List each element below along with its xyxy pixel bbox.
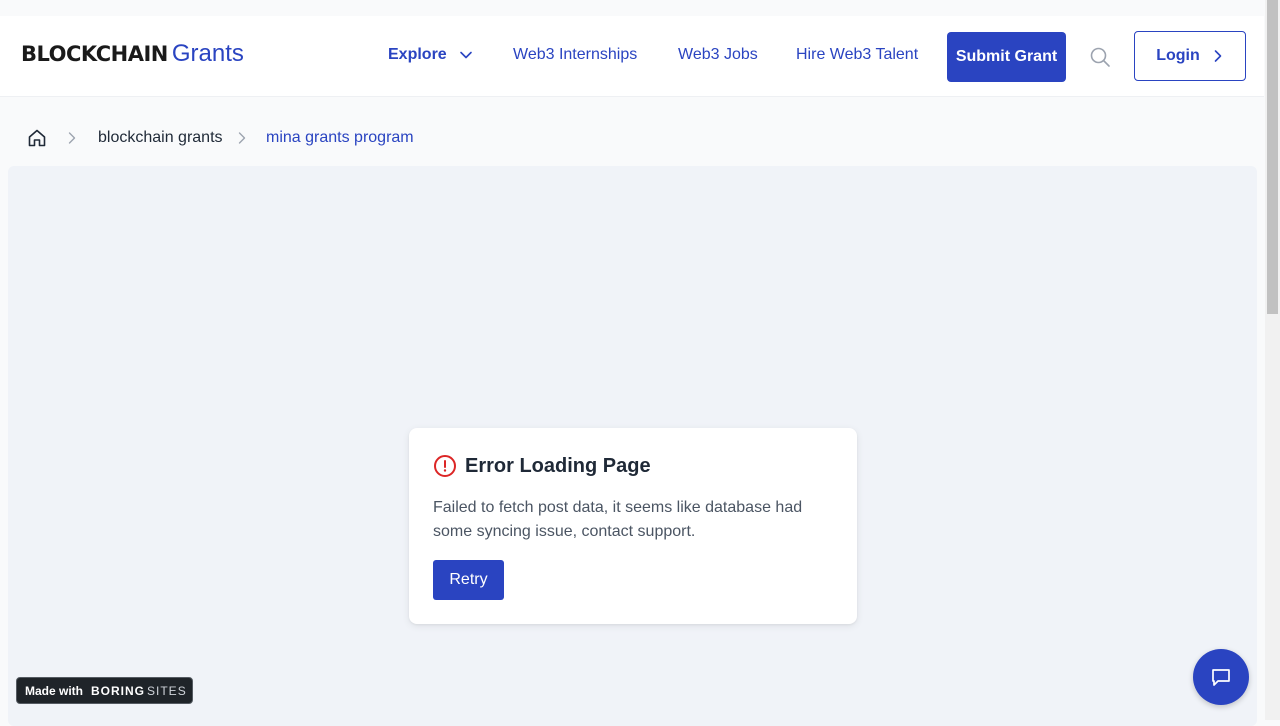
site-logo[interactable]: BLOCKCHAIN Grants: [21, 40, 244, 72]
made-with-badge[interactable]: Made with BORING SITES: [16, 677, 193, 704]
error-title: Error Loading Page: [465, 455, 651, 477]
breadcrumb-item-blockchain-grants[interactable]: blockchain grants: [98, 129, 223, 147]
brand-bold-text: BORING: [91, 683, 146, 698]
boring-sites-logo: BORING SITES: [91, 684, 187, 698]
nav-explore[interactable]: Explore: [388, 46, 473, 64]
error-card: Error Loading Page Failed to fetch post …: [409, 428, 857, 624]
made-with-label: Made with: [25, 683, 84, 698]
retry-button[interactable]: Retry: [433, 560, 504, 600]
chevron-right-icon: [1214, 50, 1222, 62]
breadcrumb-item-current[interactable]: mina grants program: [266, 129, 414, 147]
breadcrumb-separator-icon: [238, 132, 246, 144]
nav-web3-jobs[interactable]: Web3 Jobs: [678, 46, 758, 64]
submit-grant-button[interactable]: Submit Grant: [947, 32, 1066, 82]
scrollbar-thumb[interactable]: [1267, 0, 1278, 314]
chevron-down-icon: [459, 51, 472, 59]
chat-button[interactable]: [1193, 649, 1249, 705]
login-button[interactable]: Login: [1134, 31, 1246, 81]
nav-explore-label: Explore: [388, 46, 447, 63]
search-icon[interactable]: [1088, 45, 1112, 69]
nav-hire-web3-talent[interactable]: Hire Web3 Talent: [796, 46, 918, 64]
error-message: Failed to fetch post data, it seems like…: [433, 499, 803, 540]
home-icon[interactable]: [27, 128, 47, 148]
breadcrumb-separator-icon: [68, 132, 76, 144]
top-strip: [0, 0, 1265, 16]
nav-web3-internships[interactable]: Web3 Internships: [513, 46, 637, 64]
chat-icon: [1212, 669, 1230, 686]
navbar: BLOCKCHAIN Grants Explore Web3 Internshi…: [0, 16, 1264, 97]
login-label: Login: [1156, 47, 1200, 64]
logo-light-text: Grants: [171, 40, 244, 67]
brand-light-text: SITES: [147, 683, 187, 698]
alert-circle-icon: [434, 455, 456, 477]
logo-bold-text: BLOCKCHAIN: [21, 42, 168, 66]
